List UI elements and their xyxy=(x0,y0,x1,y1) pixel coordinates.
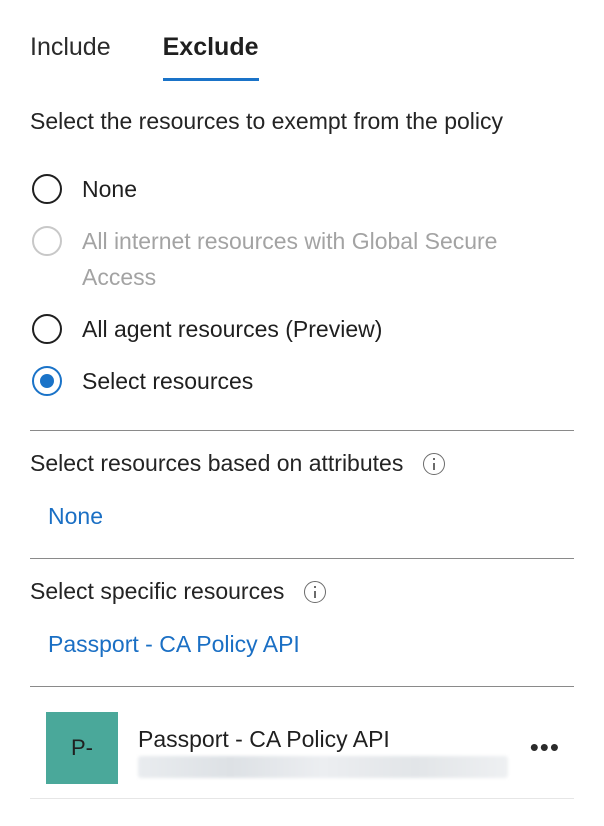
avatar: P- xyxy=(46,712,118,784)
attributes-none-link[interactable]: None xyxy=(48,503,103,530)
resource-id-redacted xyxy=(138,756,508,778)
divider xyxy=(30,798,574,799)
info-icon[interactable] xyxy=(423,452,446,475)
radio-option-select-resources[interactable]: Select resources xyxy=(32,366,562,399)
divider xyxy=(30,430,574,431)
specific-resources-label: Select specific resources xyxy=(30,578,285,604)
attributes-section-label: Select resources based on attributes xyxy=(30,450,404,476)
radio-option-agent-resources[interactable]: All agent resources (Preview) xyxy=(32,314,562,347)
radio-button[interactable] xyxy=(32,314,62,344)
section-heading: Select the resources to exempt from the … xyxy=(30,108,503,134)
more-horizontal-icon[interactable]: ••• xyxy=(530,732,560,763)
divider xyxy=(30,686,574,687)
radio-label: All internet resources with Global Secur… xyxy=(82,228,498,290)
specific-resources-section-title: Select specific resources xyxy=(30,578,327,605)
radio-label: None xyxy=(82,176,137,202)
tab-exclude[interactable]: Exclude xyxy=(162,28,259,81)
attributes-section-title: Select resources based on attributes xyxy=(30,450,446,477)
specific-resources-link[interactable]: Passport - CA Policy API xyxy=(48,631,300,658)
resource-name: Passport - CA Policy API xyxy=(138,726,390,752)
tab-bar: Include Exclude xyxy=(30,28,311,81)
radio-option-internet-resources: All internet resources with Global Secur… xyxy=(32,226,562,295)
radio-label: All agent resources (Preview) xyxy=(82,316,383,342)
info-icon[interactable] xyxy=(304,580,327,603)
selected-resource-row: P- Passport - CA Policy API ••• xyxy=(46,712,574,784)
radio-option-none[interactable]: None xyxy=(32,174,562,207)
radio-label: Select resources xyxy=(82,368,254,394)
divider xyxy=(30,558,574,559)
radio-button-selected[interactable] xyxy=(32,366,62,396)
radio-button-disabled xyxy=(32,226,62,256)
tab-include[interactable]: Include xyxy=(30,28,111,78)
radio-button[interactable] xyxy=(32,174,62,204)
